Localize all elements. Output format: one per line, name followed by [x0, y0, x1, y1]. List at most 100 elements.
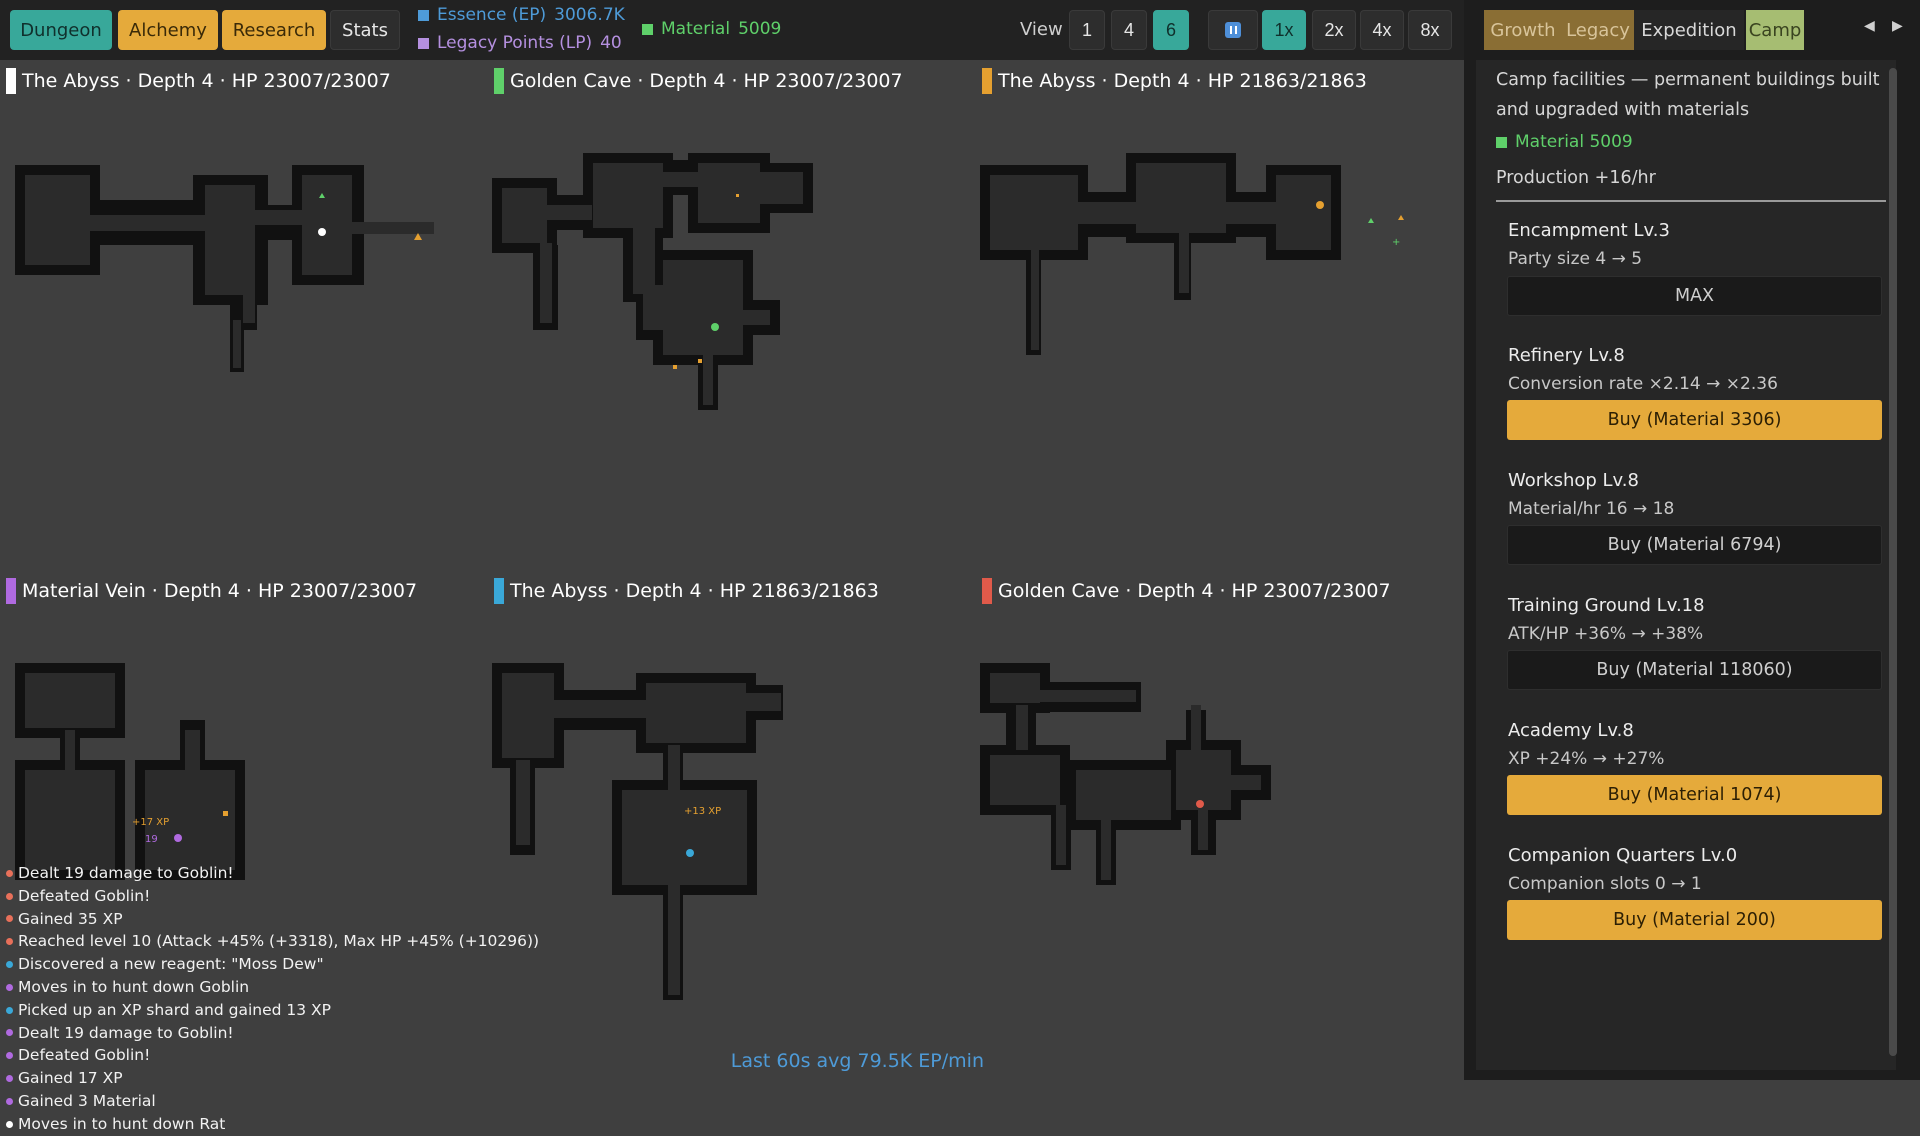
average-rate: Last 60s avg 79.5K EP/min	[730, 1050, 984, 1072]
log-entry: Dealt 19 damage to Goblin!	[6, 862, 539, 885]
log-dot-icon	[6, 961, 13, 969]
camp-description-line-1: Camp facilities — permanent buildings bu…	[1496, 70, 1880, 90]
view-4-button[interactable]: 4	[1111, 10, 1147, 50]
log-entry: Gained 17 XP	[6, 1067, 539, 1090]
camp-material-readout: Material 5009	[1496, 132, 1633, 152]
scroll-right-icon[interactable]: ▶	[1892, 18, 1903, 34]
nav-stats-button[interactable]: Stats	[330, 10, 400, 50]
svg-text:+: +	[1392, 237, 1400, 248]
material-label: Material	[661, 19, 731, 39]
top-bar: Dungeon Alchemy Research Stats Essence (…	[0, 0, 1464, 60]
dungeon-map-5: +13 XP	[492, 663, 783, 1000]
training-ground-buy-button[interactable]: Buy (Material 118060)	[1507, 650, 1882, 690]
legacy-readout: Legacy Points (LP) 40	[418, 33, 622, 53]
material-value: 5009	[738, 19, 782, 39]
dungeon-color-swatch	[494, 578, 504, 604]
tab-camp[interactable]: Camp	[1746, 10, 1804, 50]
dungeon-title-3: The Abyss · Depth 4 · HP 21863/21863	[982, 68, 1367, 94]
dungeon-title-text: The Abyss · Depth 4 · HP 21863/21863	[998, 70, 1367, 92]
log-dot-icon	[6, 1097, 13, 1105]
material-swatch-icon	[1496, 136, 1507, 148]
facility-name: Companion Quarters Lv.0	[1508, 845, 1738, 866]
log-dot-icon	[6, 938, 13, 946]
nav-dungeon-button[interactable]: Dungeon	[10, 10, 112, 50]
nav-alchemy-button[interactable]: Alchemy	[118, 10, 218, 50]
log-dot-icon	[6, 1075, 13, 1083]
speed-2x-button[interactable]: 2x	[1312, 10, 1356, 50]
log-dot-icon	[6, 869, 13, 877]
facility-effect: Conversion rate ×2.14 → ×2.36	[1508, 374, 1778, 394]
log-entry: Defeated Goblin!	[6, 885, 539, 908]
log-entry: Moves in to hunt down Rat	[6, 1113, 539, 1136]
side-panel: Growth Legacy Expedition Camp ◀ ▶ Camp f…	[1464, 0, 1920, 1080]
scrollbar-thumb[interactable]	[1889, 68, 1897, 1056]
floating-xp-text: +13 XP	[684, 806, 721, 817]
companion-quarters-buy-button[interactable]: Buy (Material 200)	[1507, 900, 1882, 940]
tab-expedition[interactable]: Expedition	[1634, 10, 1744, 50]
material-swatch-icon	[642, 23, 653, 35]
dungeon-title-5: The Abyss · Depth 4 · HP 21863/21863	[494, 578, 879, 604]
speed-8x-button[interactable]: 8x	[1408, 10, 1452, 50]
essence-label: Essence (EP)	[437, 5, 547, 25]
dungeon-grid: The Abyss · Depth 4 · HP 23007/23007 Gol…	[0, 60, 1464, 1133]
speed-1x-button[interactable]: 1x	[1262, 10, 1306, 50]
dungeon-map-1	[15, 165, 434, 372]
legacy-swatch-icon	[418, 37, 429, 49]
facility-effect: Companion slots 0 → 1	[1508, 874, 1702, 894]
camp-material-text: Material 5009	[1515, 132, 1633, 152]
view-1-button[interactable]: 1	[1069, 10, 1105, 50]
camp-production: Production +16/hr	[1496, 168, 1656, 188]
dungeon-title-1: The Abyss · Depth 4 · HP 23007/23007	[6, 68, 391, 94]
camp-description-line-2: and upgraded with materials	[1496, 100, 1750, 120]
workshop-buy-button[interactable]: Buy (Material 6794)	[1507, 525, 1882, 565]
event-log: Dealt 19 damage to Goblin! Defeated Gobl…	[6, 862, 539, 1136]
log-dot-icon	[6, 892, 13, 900]
log-entry: Discovered a new reagent: "Moss Dew"	[6, 953, 539, 976]
dungeon-title-text: The Abyss · Depth 4 · HP 23007/23007	[22, 70, 391, 92]
view-6-button[interactable]: 6	[1153, 10, 1189, 50]
dungeon-map-6	[980, 663, 1271, 885]
dungeon-view-5[interactable]: +13 XP The Abyss · Depth 4 · HP 21863/21…	[488, 570, 976, 1080]
dungeon-color-swatch	[982, 578, 992, 604]
dungeon-map-2	[492, 153, 813, 410]
facility-effect: Material/hr 16 → 18	[1508, 499, 1675, 519]
log-entry: Moves in to hunt down Goblin	[6, 976, 539, 999]
log-dot-icon	[6, 983, 13, 991]
log-entry: Picked up an XP shard and gained 13 XP	[6, 999, 539, 1022]
dungeon-title-text: Material Vein · Depth 4 · HP 23007/23007	[22, 580, 418, 602]
dungeon-view-6[interactable]: Golden Cave · Depth 4 · HP 23007/23007	[976, 570, 1464, 1080]
facility-name: Training Ground Lv.18	[1508, 595, 1705, 616]
academy-buy-button[interactable]: Buy (Material 1074)	[1507, 775, 1882, 815]
facility-name: Refinery Lv.8	[1508, 345, 1625, 366]
log-dot-icon	[6, 915, 13, 923]
panel-scrollbar[interactable]	[1889, 68, 1897, 1056]
speed-4x-button[interactable]: 4x	[1360, 10, 1404, 50]
encampment-max-button[interactable]: MAX	[1507, 276, 1882, 316]
tab-legacy[interactable]: Legacy	[1562, 10, 1634, 50]
view-label: View	[1020, 19, 1063, 40]
legacy-value: 40	[600, 33, 622, 53]
tab-growth[interactable]: Growth	[1484, 10, 1562, 50]
dungeon-title-text: Golden Cave · Depth 4 · HP 23007/23007	[510, 70, 903, 92]
log-dot-icon	[6, 1006, 13, 1014]
dungeon-title-text: The Abyss · Depth 4 · HP 21863/21863	[510, 580, 879, 602]
dungeon-color-swatch	[6, 578, 16, 604]
nav-research-button[interactable]: Research	[222, 10, 326, 50]
dungeon-color-swatch	[494, 68, 504, 94]
dungeon-title-4: Material Vein · Depth 4 · HP 23007/23007	[6, 578, 417, 604]
dungeon-title-2: Golden Cave · Depth 4 · HP 23007/23007	[494, 68, 903, 94]
material-readout: Material 5009	[642, 19, 781, 39]
scroll-left-icon[interactable]: ◀	[1864, 18, 1875, 34]
divider	[1496, 200, 1886, 202]
facility-effect: XP +24% → +27%	[1508, 749, 1665, 769]
dungeon-color-swatch	[982, 68, 992, 94]
refinery-buy-button[interactable]: Buy (Material 3306)	[1507, 400, 1882, 440]
essence-value: 3006.7K	[554, 5, 625, 25]
dungeon-map-3: +	[980, 153, 1404, 355]
pause-button[interactable]	[1208, 10, 1258, 50]
dungeon-color-swatch	[6, 68, 16, 94]
dungeon-view-3[interactable]: + The Abyss · Depth 4 · HP 21863/21863	[976, 60, 1464, 570]
dungeon-view-2[interactable]: Golden Cave · Depth 4 · HP 23007/23007	[488, 60, 976, 570]
dungeon-view-1[interactable]: The Abyss · Depth 4 · HP 23007/23007	[0, 60, 488, 570]
pause-icon	[1225, 22, 1241, 38]
